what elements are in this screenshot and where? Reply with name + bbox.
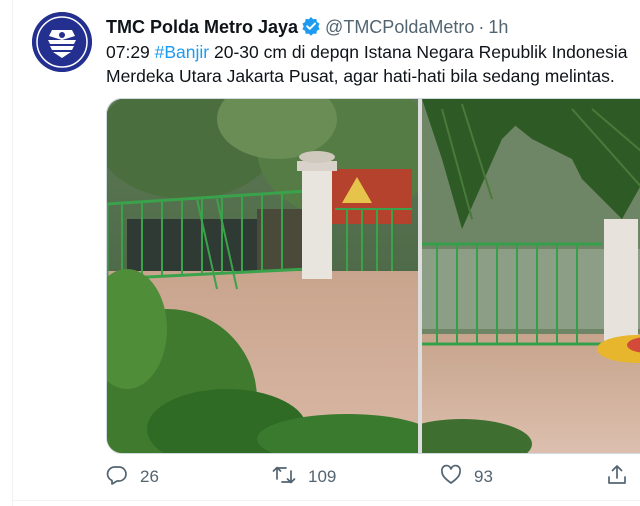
retweet-button[interactable]: 109 — [272, 462, 336, 492]
heart-icon — [440, 464, 462, 491]
retweet-icon — [272, 464, 296, 491]
reply-count: 26 — [140, 467, 159, 486]
flood-photo-gate[interactable] — [107, 99, 418, 453]
media-grid — [106, 98, 640, 454]
tweet-header: TMC Polda Metro Jaya @TMCPoldaMetro · 1h — [106, 14, 508, 40]
user-handle[interactable]: @TMCPoldaMetro — [325, 17, 474, 37]
hashtag-link[interactable]: #Banjir — [155, 42, 209, 62]
tweet-text: 07:29 #Banjir 20-30 cm di depqn Istana N… — [106, 40, 640, 88]
avatar[interactable] — [32, 12, 92, 72]
reply-button[interactable]: 26 — [106, 462, 159, 492]
timeline-border — [12, 0, 13, 506]
like-count: 93 — [474, 467, 493, 486]
police-logo-icon — [32, 12, 92, 72]
verified-badge-icon — [301, 16, 321, 43]
retweet-count: 109 — [308, 467, 337, 486]
like-button[interactable]: 93 — [440, 462, 493, 492]
tweet-actions: 26 109 93 — [0, 462, 640, 492]
tweet-text-time: 07:29 — [106, 42, 155, 62]
reply-icon — [106, 464, 128, 491]
separator-dot: · — [478, 17, 485, 37]
display-name[interactable]: TMC Polda Metro Jaya — [106, 17, 298, 37]
tweet-card[interactable]: TMC Polda Metro Jaya @TMCPoldaMetro · 1h 07… — [0, 0, 640, 506]
tweet-text-line-1: 07:29 #Banjir 20-30 cm di depqn Istana N… — [106, 40, 640, 64]
tweet-divider — [12, 500, 640, 501]
flood-photo-palm[interactable] — [422, 99, 640, 453]
tweet-text-line-2: Merdeka Utara Jakarta Pusat, agar hati-h… — [106, 66, 615, 86]
tweet-text-body-1: 20-30 cm di depqn Istana Negara Republik… — [209, 42, 628, 62]
tweet-timestamp[interactable]: 1h — [488, 17, 508, 37]
share-icon — [606, 464, 628, 491]
share-button[interactable] — [606, 462, 628, 492]
